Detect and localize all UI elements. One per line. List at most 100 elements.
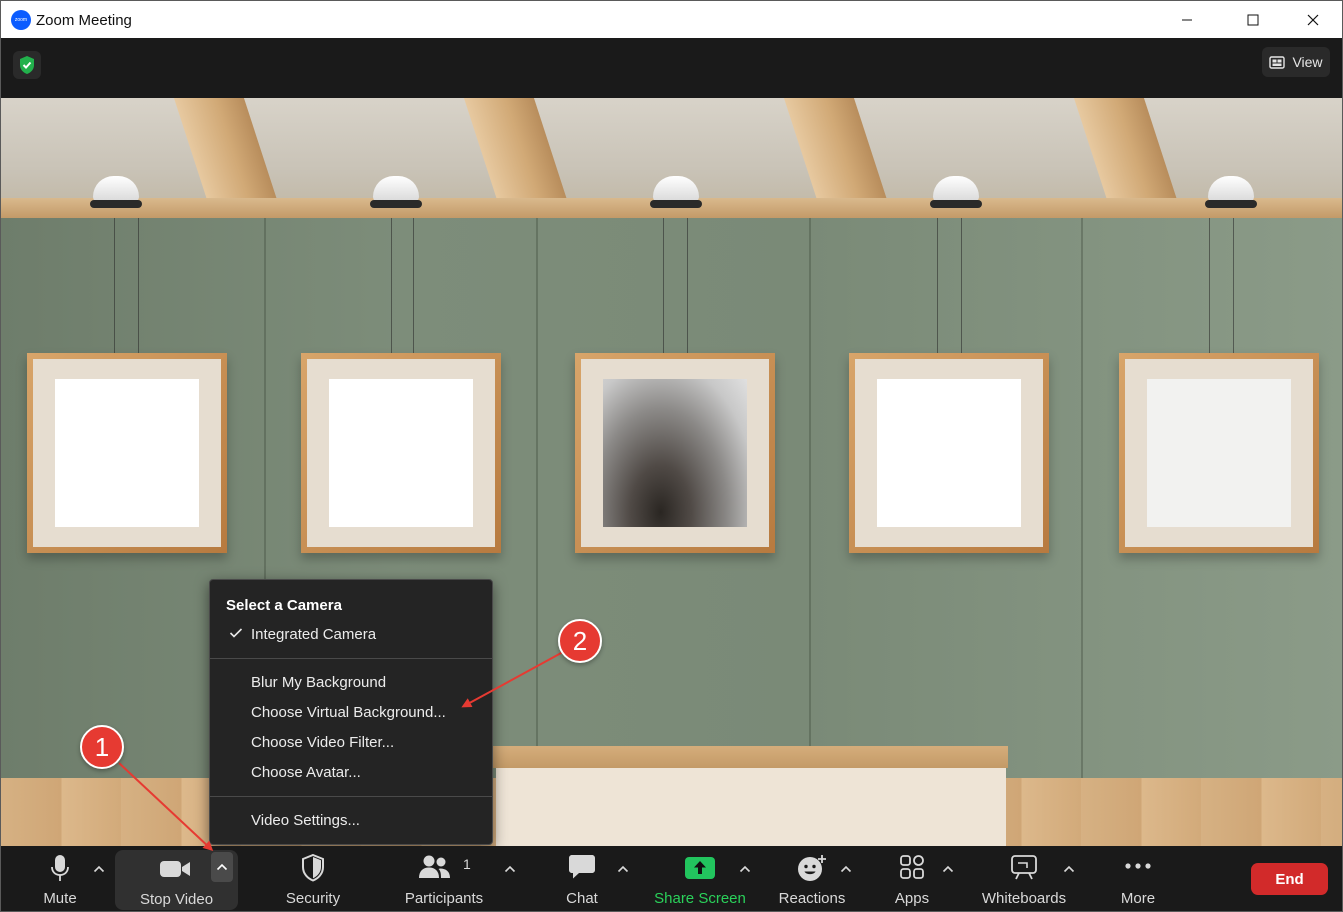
microphone-icon [51, 855, 69, 881]
frame-wire [1209, 218, 1210, 353]
participants-label: Participants [404, 890, 484, 907]
maximize-icon [1247, 14, 1259, 25]
menu-separator [210, 796, 492, 797]
chat-options-caret[interactable] [614, 860, 632, 878]
frame-wire [663, 218, 664, 353]
reactions-options-caret[interactable] [837, 860, 855, 878]
menu-item-video-settings[interactable]: Video Settings... [251, 808, 487, 834]
share-screen-icon [685, 857, 715, 879]
apps-label: Apps [894, 890, 930, 907]
chevron-up-icon [216, 863, 228, 871]
camera-menu: Select a Camera Integrated Camera Blur M… [209, 579, 493, 845]
window-title: Zoom Meeting [36, 12, 132, 29]
frame-wire [687, 218, 688, 353]
frame-wire [391, 218, 392, 353]
minimize-icon [1182, 19, 1192, 20]
apps-button[interactable]: Apps [887, 846, 937, 911]
annotation-marker-1: 1 [80, 725, 124, 769]
zoom-window: zoom Zoom Meeting View Select a Camera I… [0, 0, 1343, 912]
meeting-toolbar: Mute Stop Video Security 1 Participants … [1, 846, 1342, 911]
picture-frame [849, 353, 1049, 553]
picture-frame [301, 353, 501, 553]
wall-panel-line [536, 218, 538, 778]
meeting-header: View [1, 38, 1342, 98]
frame-wire [114, 218, 115, 353]
apps-options-caret[interactable] [939, 860, 957, 878]
menu-item-video-filter[interactable]: Choose Video Filter... [251, 730, 487, 756]
picture-frame [1119, 353, 1319, 553]
encryption-shield-button[interactable] [13, 51, 41, 79]
mute-button[interactable]: Mute [31, 846, 89, 911]
menu-header-select-camera: Select a Camera [226, 597, 342, 614]
menu-item-virtual-background[interactable]: Choose Virtual Background... [251, 700, 487, 726]
checkmark-icon [229, 628, 243, 638]
whiteboards-label: Whiteboards [981, 890, 1067, 907]
share-screen-label: Share Screen [654, 890, 746, 907]
ceiling-lamp [90, 176, 142, 210]
close-icon [1307, 14, 1319, 25]
wall-panel-line [1081, 218, 1083, 778]
security-label: Security [285, 890, 341, 907]
participants-count: 1 [463, 856, 471, 872]
bench-top [491, 746, 1008, 768]
chevron-up-icon [942, 865, 954, 873]
gallery-view-icon [1269, 55, 1286, 69]
menu-item-avatar[interactable]: Choose Avatar... [251, 760, 487, 786]
video-camera-icon [160, 861, 190, 877]
ceiling-lamp [650, 176, 702, 210]
security-shield-icon [302, 854, 324, 882]
zoom-logo-icon: zoom [11, 10, 31, 30]
ceiling-lamp [930, 176, 982, 210]
reactions-button[interactable]: Reactions [775, 846, 849, 911]
wall-panel-line [809, 218, 811, 778]
frame-wire [413, 218, 414, 353]
close-button[interactable] [1290, 1, 1336, 38]
security-button[interactable]: Security [273, 846, 353, 911]
menu-item-blur-background[interactable]: Blur My Background [251, 670, 487, 696]
ceiling-lamp [1205, 176, 1257, 210]
annotation-marker-2: 2 [558, 619, 602, 663]
chevron-up-icon [617, 865, 629, 873]
more-label: More [1120, 890, 1156, 907]
participants-button[interactable]: 1 Participants [399, 846, 489, 911]
audio-options-caret[interactable] [90, 860, 108, 878]
chat-label: Chat [566, 890, 598, 907]
shield-check-icon [20, 56, 34, 74]
mute-label: Mute [43, 890, 77, 907]
more-button[interactable]: More [1111, 846, 1165, 911]
view-button[interactable]: View [1262, 47, 1330, 77]
view-label: View [1292, 54, 1323, 70]
menu-item-integrated-camera[interactable]: Integrated Camera [251, 622, 487, 648]
whiteboard-icon [1011, 855, 1037, 880]
stop-video-label: Stop Video [139, 891, 214, 908]
zoom-logo-text: zoom [14, 17, 28, 23]
frame-wire [937, 218, 938, 353]
chevron-up-icon [1063, 865, 1075, 873]
menu-separator [210, 658, 492, 659]
chat-button[interactable]: Chat [557, 846, 607, 911]
more-dots-icon [1125, 863, 1151, 869]
frame-wire [138, 218, 139, 353]
chevron-up-icon [504, 865, 516, 873]
picture-frame [27, 353, 227, 553]
frame-wire [961, 218, 962, 353]
reactions-label: Reactions [778, 890, 846, 907]
blurred-camera-preview [603, 379, 747, 527]
reactions-smiley-icon [798, 855, 826, 881]
video-feed [1, 98, 1342, 846]
chevron-up-icon [93, 865, 105, 873]
chevron-up-icon [840, 865, 852, 873]
chat-bubble-icon [569, 855, 595, 879]
video-options-caret[interactable] [211, 852, 233, 882]
share-screen-button[interactable]: Share Screen [651, 846, 749, 911]
title-bar: zoom Zoom Meeting [1, 1, 1342, 38]
participants-options-caret[interactable] [501, 860, 519, 878]
participants-icon [419, 855, 450, 878]
end-meeting-button[interactable]: End [1251, 863, 1328, 895]
whiteboards-button[interactable]: Whiteboards [975, 846, 1073, 911]
minimize-button[interactable] [1164, 1, 1210, 38]
maximize-button[interactable] [1230, 1, 1276, 38]
whiteboards-options-caret[interactable] [1060, 860, 1078, 878]
apps-icon [900, 855, 924, 879]
share-options-caret[interactable] [736, 860, 754, 878]
